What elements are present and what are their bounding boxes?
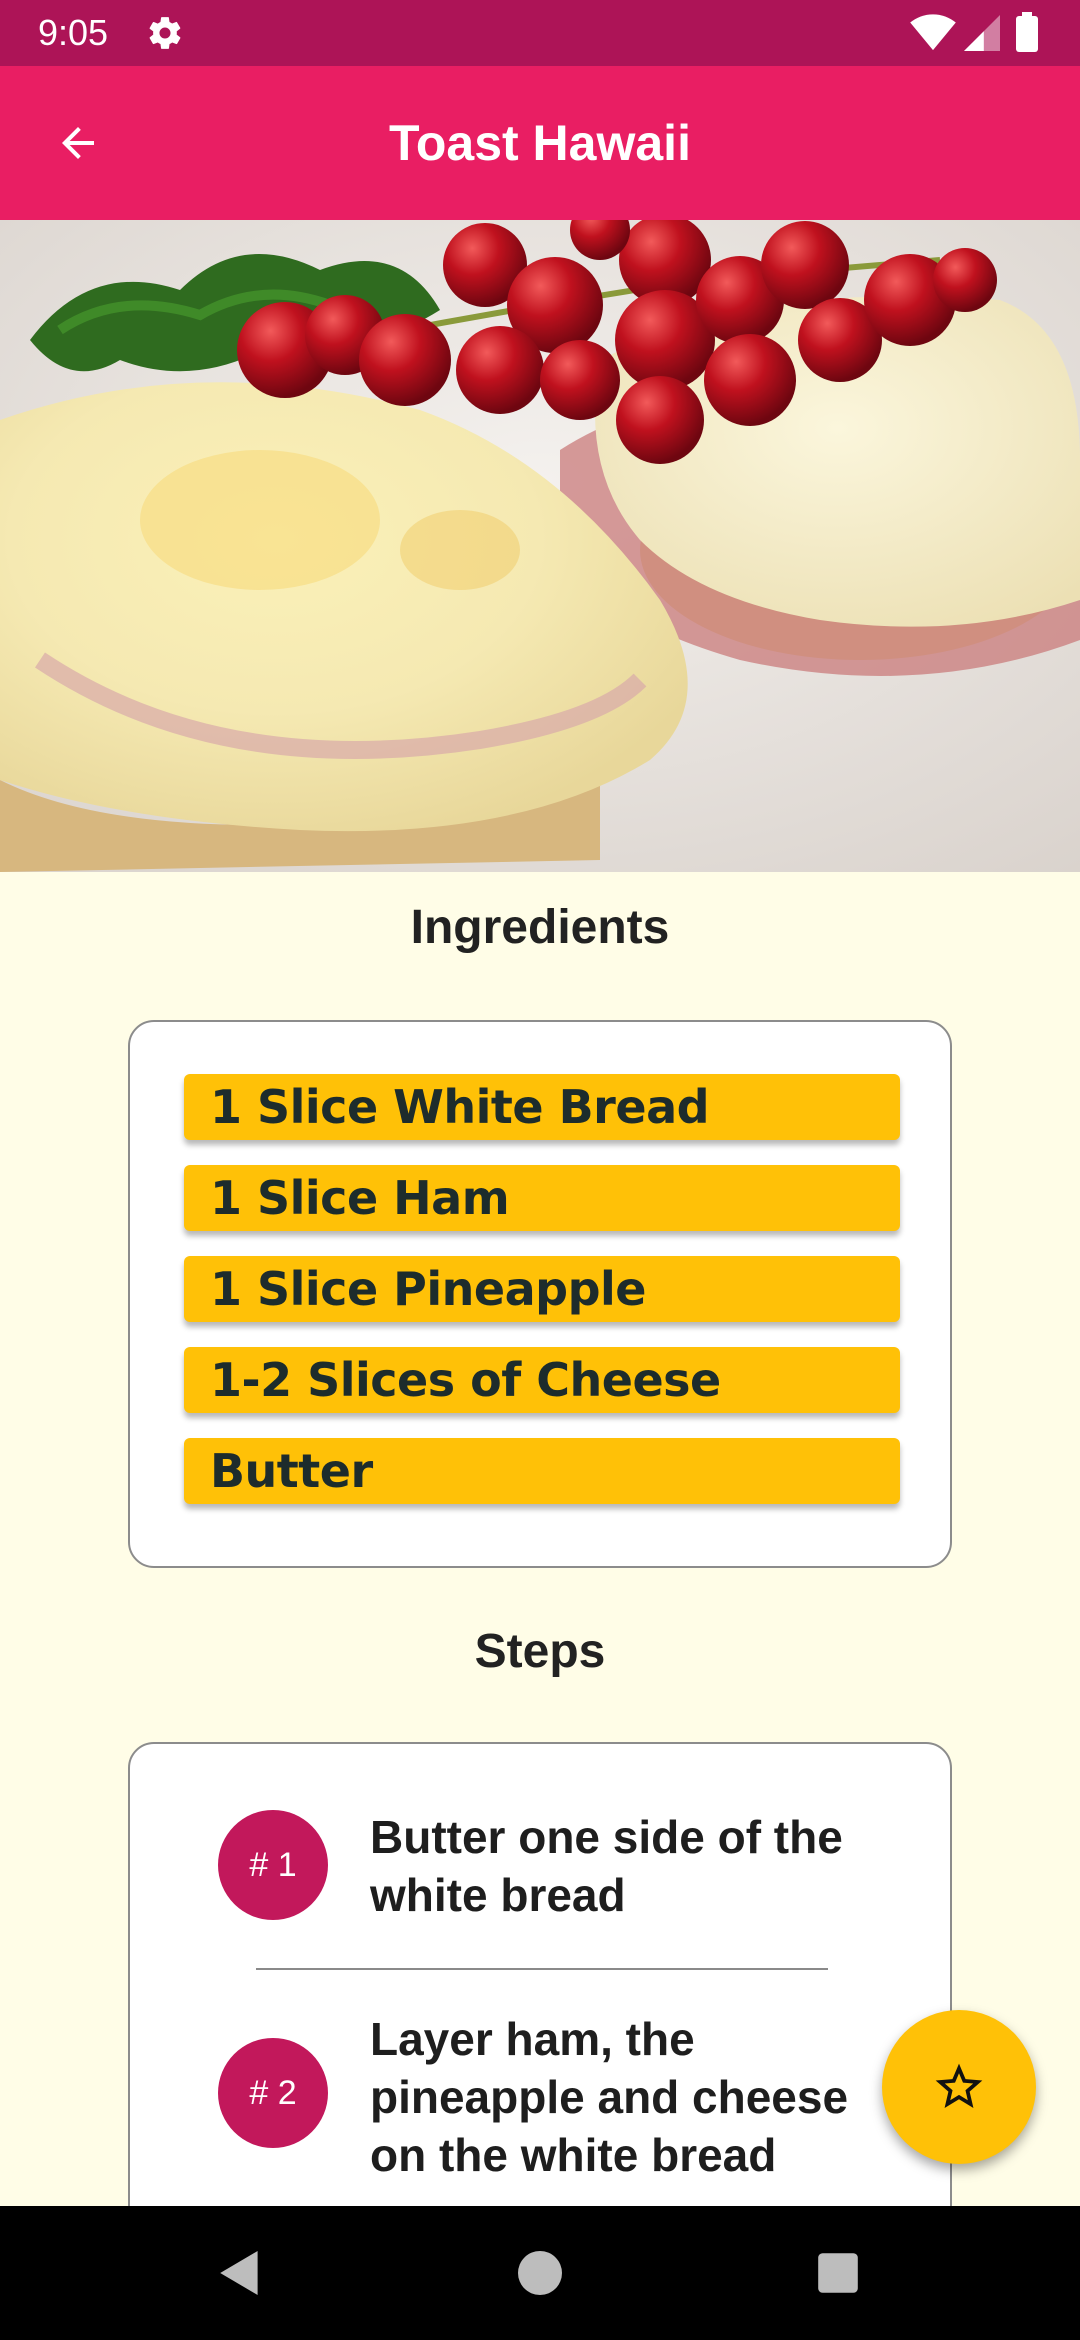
recents-square-icon: [818, 2253, 858, 2293]
back-triangle-icon: [220, 2251, 258, 2295]
ingredient-item: 1-2 Slices of Cheese: [184, 1347, 900, 1413]
nav-back-button[interactable]: [200, 2236, 280, 2310]
app-screen: 9:05 Toast Hawaii Ingredients 1 Slice Wh…: [0, 0, 1080, 2340]
arrow-back-icon: [62, 127, 94, 159]
wifi-icon: [910, 14, 956, 51]
app-bar: Toast Hawaii: [0, 66, 1080, 220]
gear-icon: [149, 17, 181, 49]
recipe-image: [0, 220, 1080, 872]
ingredient-item: 1 Slice Ham: [184, 1165, 900, 1231]
favorite-button[interactable]: [882, 2010, 1036, 2164]
ingredient-item: 1 Slice White Bread: [184, 1074, 900, 1140]
step-text: Butter one side of the white bread: [370, 1811, 843, 1921]
back-button[interactable]: [38, 109, 118, 177]
status-time: 9:05: [38, 12, 109, 53]
step-number-badge: # 2: [218, 2038, 328, 2148]
ingredients-card: 1 Slice White Bread 1 Slice Ham 1 Slice …: [128, 1020, 952, 1568]
battery-icon: [1016, 12, 1038, 52]
ingredient-item: Butter: [184, 1438, 900, 1504]
status-bar: 9:05: [0, 0, 1080, 66]
signal-icon: [964, 15, 1000, 51]
nav-home-button[interactable]: [500, 2236, 580, 2310]
page-title: Toast Hawaii: [389, 115, 691, 171]
step-number-badge: # 1: [218, 1810, 328, 1920]
nav-recents-button[interactable]: [798, 2236, 878, 2310]
toast-hawaii-photo: [0, 220, 1080, 872]
steps-title: Steps: [474, 1625, 606, 1678]
step-divider: [256, 1968, 828, 1970]
ingredient-item: 1 Slice Pineapple: [184, 1256, 900, 1322]
home-circle-icon: [518, 2251, 562, 2295]
step-text: Layer ham, the pineapple and cheese on t…: [370, 2013, 849, 2181]
system-nav-bar: [0, 2206, 1080, 2340]
ingredients-title: Ingredients: [410, 901, 670, 954]
star-outline-icon: [935, 2063, 983, 2108]
